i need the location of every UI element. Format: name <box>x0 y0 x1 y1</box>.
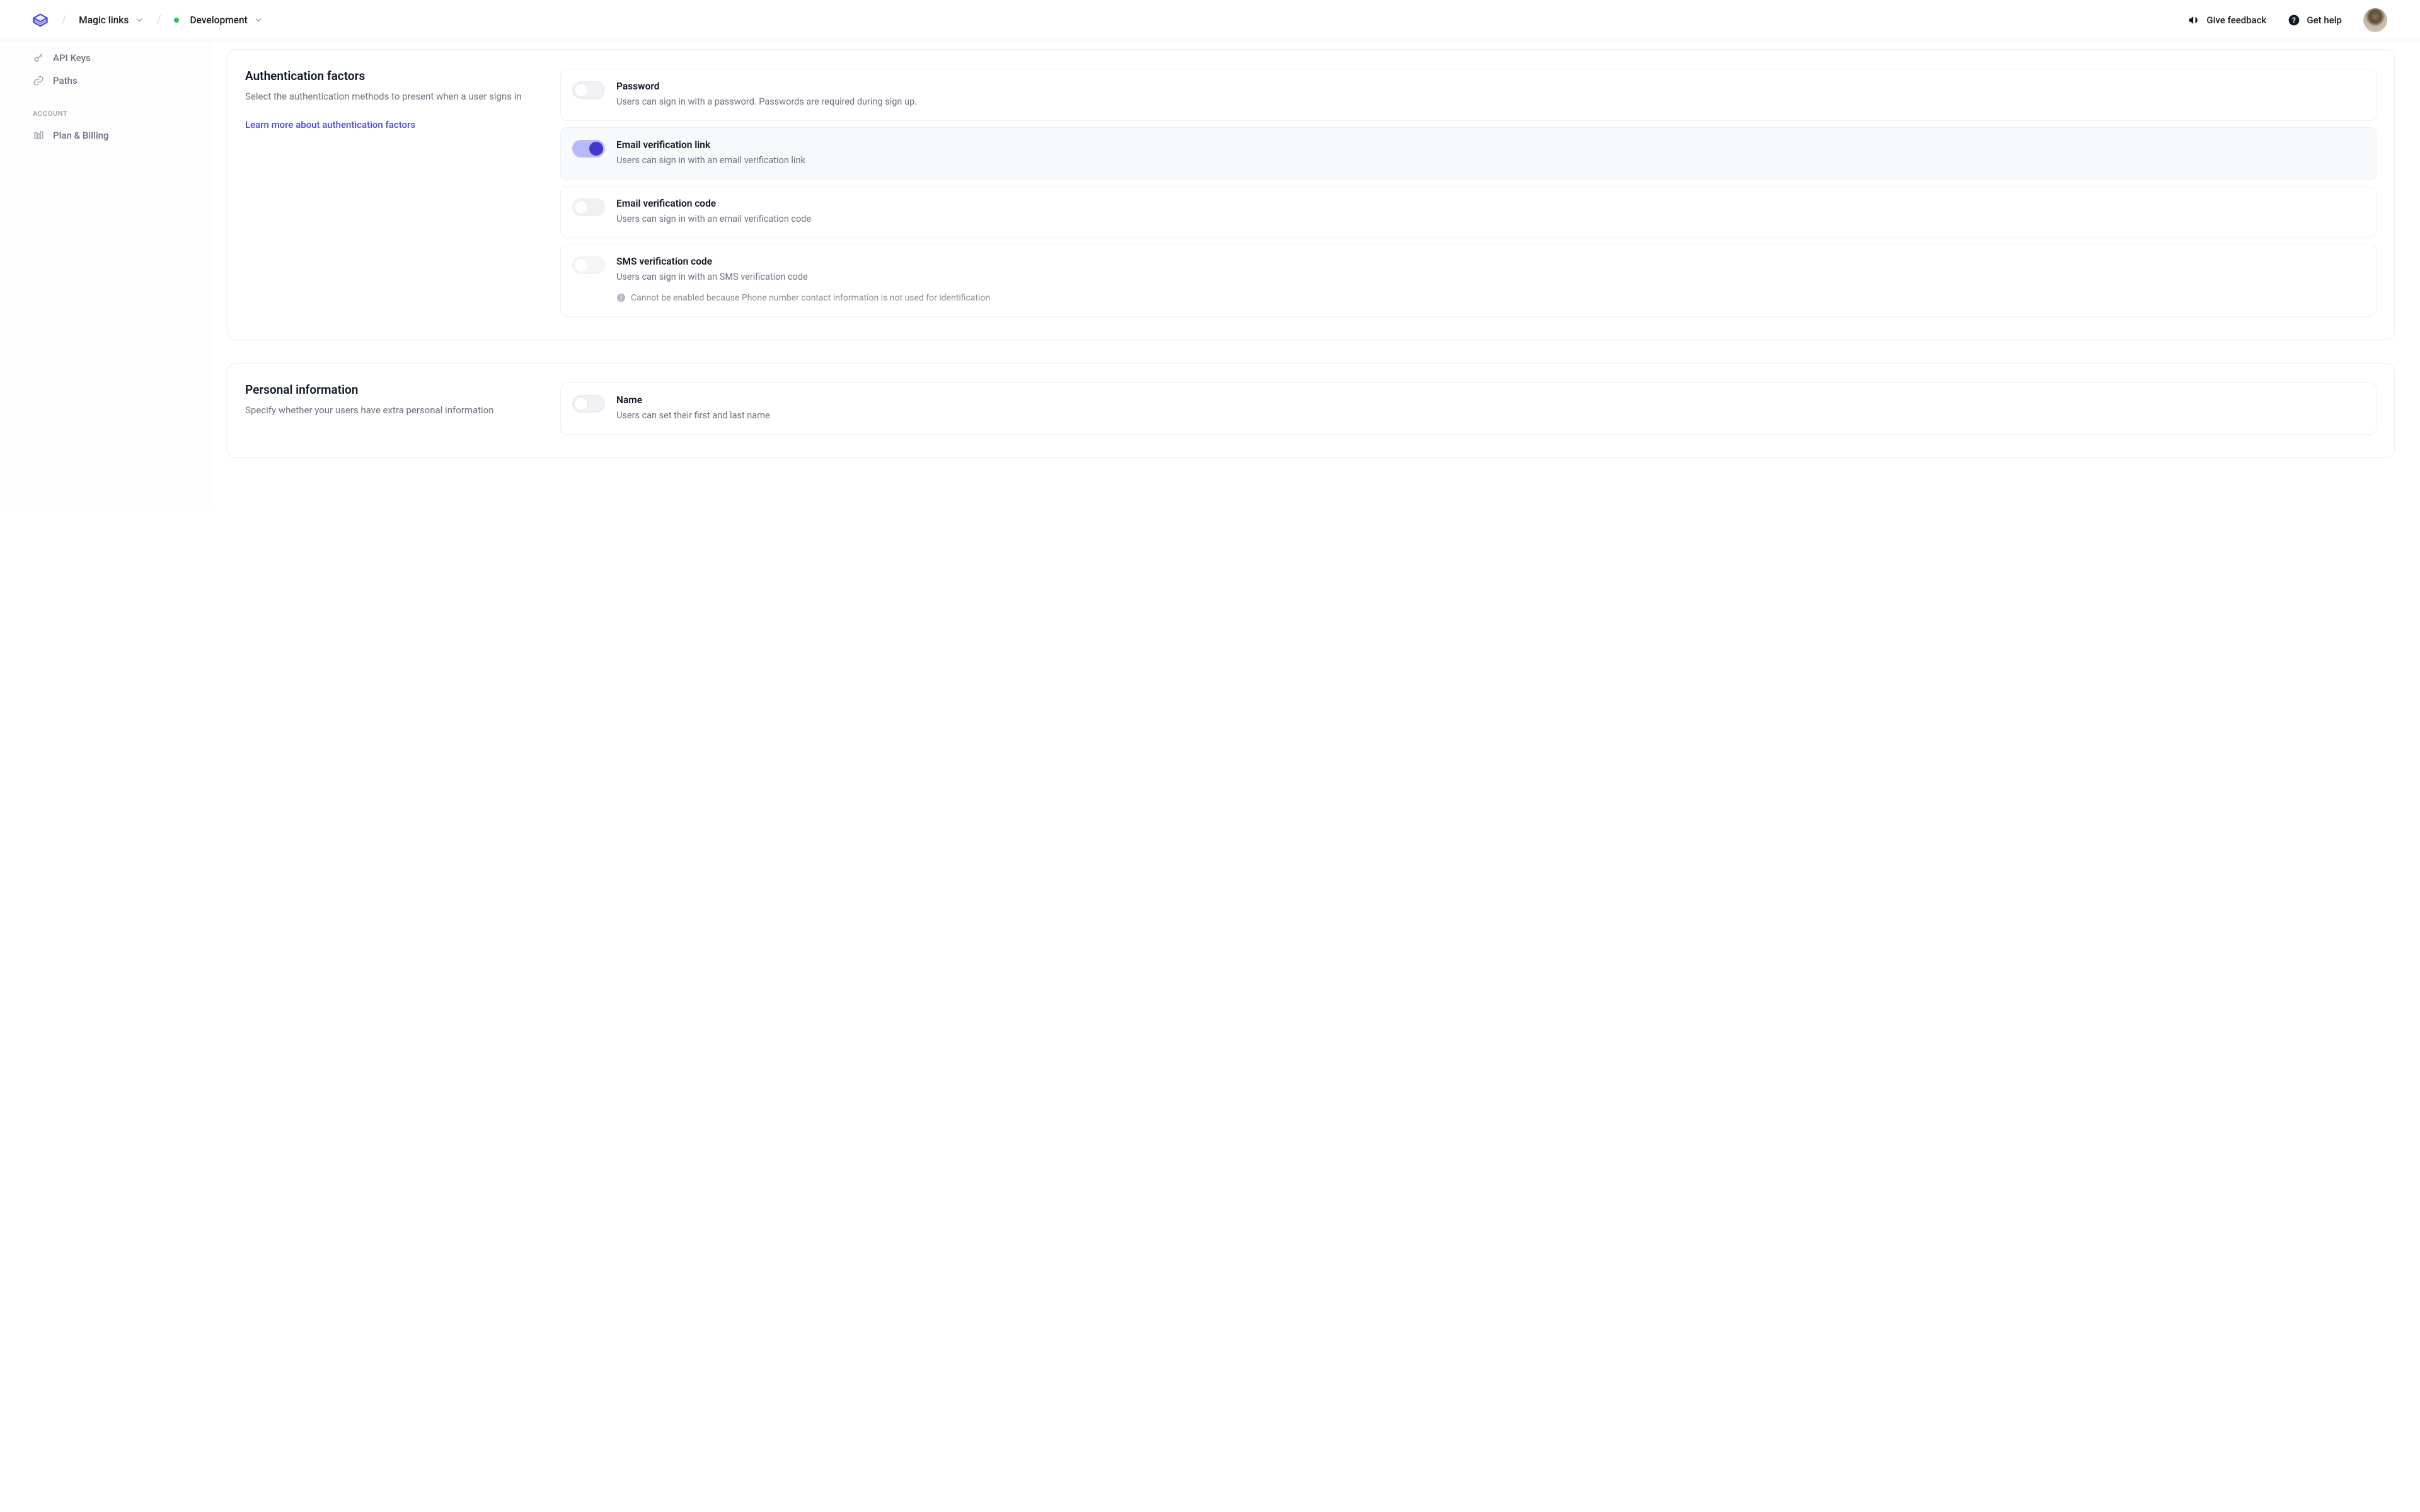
toggle-email-link[interactable] <box>572 140 605 158</box>
sidebar-item-plan-billing[interactable]: Plan & Billing <box>28 124 199 147</box>
svg-text:!: ! <box>620 294 622 302</box>
billing-icon <box>33 130 44 141</box>
link-icon <box>33 75 44 86</box>
personal-info-card: Personal information Specify whether you… <box>227 363 2395 458</box>
card-description: Select the authentication methods to pre… <box>245 89 522 104</box>
option-sms-code: SMS verification code Users can sign in … <box>560 244 2377 317</box>
option-title: Name <box>616 394 2365 406</box>
card-title: Personal information <box>245 382 522 397</box>
option-name: Name Users can set their first and last … <box>560 382 2377 435</box>
option-title: Password <box>616 81 2365 92</box>
option-description: Users can set their first and last name <box>616 409 2365 423</box>
give-feedback-button[interactable]: Give feedback <box>2187 14 2266 26</box>
question-circle-icon: ? <box>2288 14 2300 26</box>
breadcrumb-env-label: Development <box>190 14 248 26</box>
breadcrumb-separator: / <box>62 13 66 26</box>
option-title: Email verification link <box>616 139 2365 151</box>
warning-icon: ! <box>616 293 626 302</box>
option-description: Users can sign in with an email verifica… <box>616 212 2365 226</box>
sidebar-section-label: ACCOUNT <box>28 92 199 124</box>
sidebar-item-label: Paths <box>53 75 78 86</box>
option-description: Users can sign in with an SMS verificati… <box>616 270 2365 284</box>
option-warning: ! Cannot be enabled because Phone number… <box>616 292 2365 305</box>
option-description: Users can sign in with an email verifica… <box>616 154 2365 168</box>
get-help-button[interactable]: ? Get help <box>2288 14 2342 26</box>
chevron-down-icon <box>254 16 263 25</box>
toggle-sms-code <box>572 256 605 274</box>
megaphone-icon <box>2187 14 2200 26</box>
topbar: / Magic links / Development Give feedbac… <box>0 0 2420 40</box>
sidebar-item-label: API Keys <box>53 52 91 64</box>
learn-more-link[interactable]: Learn more about authentication factors <box>245 119 415 130</box>
topbar-actions: Give feedback ? Get help <box>2187 8 2387 32</box>
option-title: SMS verification code <box>616 256 2365 267</box>
breadcrumb-app[interactable]: Magic links <box>79 14 144 26</box>
status-dot-icon <box>174 18 179 23</box>
sidebar-item-api-keys[interactable]: API Keys <box>28 47 199 69</box>
breadcrumb-app-label: Magic links <box>79 14 129 26</box>
key-icon <box>33 52 44 64</box>
card-description: Specify whether your users have extra pe… <box>245 403 522 418</box>
main-content: Authentication factors Select the authen… <box>214 40 2420 506</box>
sidebar-item-paths[interactable]: Paths <box>28 69 199 92</box>
sidebar-item-label: Plan & Billing <box>53 130 109 141</box>
breadcrumb-separator: / <box>156 13 161 26</box>
breadcrumb: / Magic links / Development <box>32 11 263 29</box>
toggle-password[interactable] <box>572 81 605 99</box>
option-title: Email verification code <box>616 198 2365 209</box>
toggle-email-code[interactable] <box>572 198 605 216</box>
avatar[interactable] <box>2363 8 2387 32</box>
svg-text:?: ? <box>2292 16 2296 25</box>
toggle-name[interactable] <box>572 395 605 413</box>
give-feedback-label: Give feedback <box>2206 14 2266 26</box>
app-logo[interactable] <box>32 11 49 29</box>
card-title: Authentication factors <box>245 69 522 83</box>
option-description: Users can sign in with a password. Passw… <box>616 95 2365 109</box>
option-warning-text: Cannot be enabled because Phone number c… <box>631 292 990 305</box>
option-email-link: Email verification link Users can sign i… <box>560 127 2377 180</box>
sidebar: API Keys Paths ACCOUNT Plan & Billing <box>0 40 214 506</box>
get-help-label: Get help <box>2307 14 2342 26</box>
option-email-code: Email verification code Users can sign i… <box>560 186 2377 238</box>
breadcrumb-env[interactable]: Development <box>174 14 263 26</box>
option-password: Password Users can sign in with a passwo… <box>560 69 2377 121</box>
chevron-down-icon <box>135 16 144 25</box>
auth-factors-card: Authentication factors Select the authen… <box>227 49 2395 340</box>
logo-icon <box>32 11 49 29</box>
